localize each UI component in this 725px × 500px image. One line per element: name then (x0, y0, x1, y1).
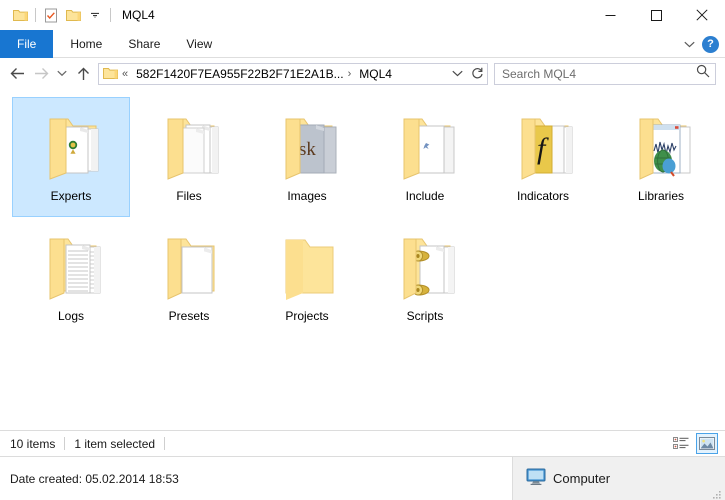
large-icons-view-icon[interactable] (696, 433, 718, 454)
folder-open-chart-icon (618, 103, 704, 187)
list-item-label: Logs (57, 309, 85, 323)
list-item[interactable]: Logs (12, 217, 130, 337)
expand-ribbon-chevron-icon[interactable] (684, 35, 695, 53)
properties-icon[interactable] (40, 4, 62, 26)
address-dropdown-icon[interactable] (447, 64, 467, 84)
ribbon-right-controls: ? (684, 30, 719, 58)
details-pane: Date created: 05.02.2014 18:53 Computer (0, 456, 725, 500)
maximize-button[interactable] (633, 0, 679, 30)
quick-access-toolbar: MQL4 (0, 4, 155, 26)
address-bar: « 582F1420F7EA955F22B2F71E2A1B... › MQL4… (0, 58, 725, 89)
list-item[interactable]: Scripts (366, 217, 484, 337)
breadcrumb-separator[interactable]: › (348, 68, 352, 80)
folder-open-emblem-icon (28, 103, 114, 187)
list-item[interactable]: Libraries (602, 97, 720, 217)
ribbon-tabs: File Home Share View ? (0, 30, 725, 58)
view-toggle-group (670, 433, 718, 454)
tab-share[interactable]: Share (115, 30, 173, 58)
file-grid: Experts Files sk Images Include f Indica… (12, 97, 725, 337)
list-item[interactable]: Presets (130, 217, 248, 337)
tab-file[interactable]: File (0, 30, 54, 58)
location-label: Computer (553, 471, 611, 486)
location-indicator: Computer (512, 457, 725, 500)
list-item-label: Include (405, 189, 445, 203)
breadcrumb-current[interactable]: MQL4 (359, 67, 392, 81)
tab-home[interactable]: Home (57, 30, 115, 58)
breadcrumb-overflow[interactable]: « (122, 68, 128, 80)
folder-open-image-icon: i sk (264, 103, 350, 187)
list-item-label: Indicators (516, 189, 570, 203)
search-box[interactable]: Search MQL4 (494, 62, 716, 85)
forward-button[interactable] (29, 62, 53, 86)
breadcrumb[interactable]: « 582F1420F7EA955F22B2F71E2A1B... › MQL4 (98, 62, 488, 85)
status-separator-2 (164, 437, 166, 450)
list-item[interactable]: i sk Images (248, 97, 366, 217)
back-button[interactable] (5, 62, 29, 86)
list-item[interactable]: Projects (248, 217, 366, 337)
item-count-label: 10 items (10, 436, 56, 451)
folder-open-papers-icon (146, 103, 232, 187)
search-icon[interactable] (696, 64, 710, 83)
resize-gripper[interactable] (712, 487, 722, 499)
new-folder-icon[interactable] (62, 4, 84, 26)
close-button[interactable] (679, 0, 725, 30)
svg-text:sk: sk (299, 139, 316, 160)
list-item[interactable]: Experts (12, 97, 130, 217)
computer-icon (526, 468, 546, 490)
file-explorer-window: MQL4 File Home Share View ? « 582F1420F7… (0, 0, 725, 500)
date-created-label: Date created: 05.02.2014 18:53 (0, 457, 512, 500)
help-button[interactable]: ? (702, 35, 719, 53)
tab-view[interactable]: View (173, 30, 225, 58)
qat-separator-1 (35, 8, 36, 22)
folder-open-function-icon: f (500, 103, 586, 187)
window-controls (587, 0, 725, 30)
folder-open-blank-icon (382, 103, 468, 187)
list-item-label: Libraries (637, 189, 685, 203)
qat-separator-2 (110, 8, 111, 22)
folder-icon[interactable] (9, 4, 31, 26)
window-title: MQL4 (122, 8, 155, 22)
up-button[interactable] (71, 62, 95, 86)
minimize-button[interactable] (587, 0, 633, 30)
list-item[interactable]: Files (130, 97, 248, 217)
refresh-icon[interactable] (467, 64, 487, 84)
file-list-area[interactable]: Experts Files sk Images Include f Indica… (0, 89, 725, 430)
details-view-icon[interactable] (670, 433, 692, 454)
list-item[interactable]: f Indicators (484, 97, 602, 217)
recent-locations-chevron-icon[interactable] (53, 62, 71, 86)
list-item-label: Projects (285, 309, 329, 323)
status-bar: 10 items 1 item selected (0, 430, 725, 456)
breadcrumb-parent[interactable]: 582F1420F7EA955F22B2F71E2A1B... (136, 67, 343, 81)
folder-open-lines-icon (28, 223, 114, 307)
folder-open-doc-icon (146, 223, 232, 307)
folder-closed-empty-icon (264, 223, 350, 307)
list-item-label: Images (287, 189, 327, 203)
list-item[interactable]: Include (366, 97, 484, 217)
list-item-label: Scripts (406, 309, 444, 323)
folder-open-scroll-icon (382, 223, 468, 307)
breadcrumb-folder-icon (103, 68, 118, 79)
list-item-label: Files (176, 189, 202, 203)
list-item-label: Presets (168, 309, 210, 323)
title-bar: MQL4 (0, 0, 725, 30)
list-item-label: Experts (50, 189, 92, 203)
selection-count-label: 1 item selected (74, 436, 156, 451)
status-separator-1 (64, 437, 66, 450)
chevron-down-icon[interactable] (84, 4, 106, 26)
search-input[interactable]: Search MQL4 (502, 67, 696, 81)
